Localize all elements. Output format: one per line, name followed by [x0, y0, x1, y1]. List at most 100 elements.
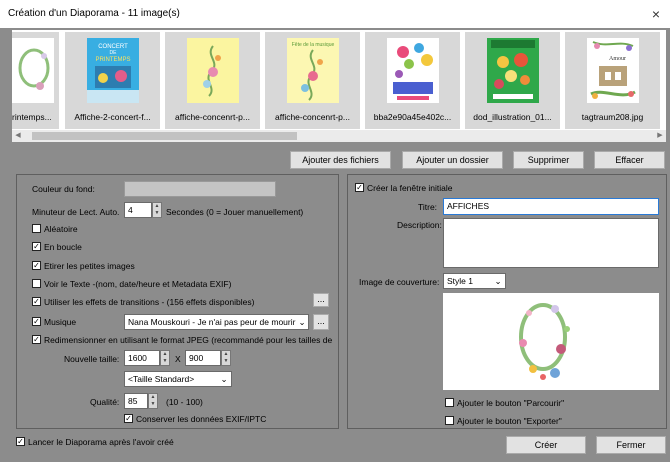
thumbnail-item[interactable]: Fête de la musique affiche-concenrt-p... — [265, 32, 360, 129]
height-spinner[interactable]: ▲ ▼ — [221, 350, 231, 366]
create-button[interactable]: Créer — [506, 436, 586, 454]
add-export-checkbox[interactable] — [445, 416, 454, 425]
thumbnail-image: CONCERT DE PRINTEMPS — [87, 38, 139, 103]
bg-color-swatch[interactable] — [124, 181, 276, 197]
thumbnail-item[interactable]: dod_illustration_01... — [465, 32, 560, 129]
spin-down-icon[interactable]: ▼ — [149, 401, 157, 408]
spin-up-icon[interactable]: ▲ — [161, 351, 169, 358]
size-preset-select[interactable]: <Taille Standard> — [124, 371, 232, 387]
thumbnail-caption: tagtraum208.jpg — [581, 112, 644, 122]
transitions-checkbox[interactable]: ✓ — [32, 297, 41, 306]
spin-up-icon[interactable]: ▲ — [153, 203, 161, 210]
size-separator: X — [175, 354, 181, 364]
launch-after-label: Lancer le Diaporama après l'avoir créé — [28, 437, 174, 447]
show-text-checkbox[interactable] — [32, 279, 41, 288]
thumbnail-caption: dod_illustration_01... — [473, 112, 552, 122]
thumbnail-strip[interactable]: rintemps... CONCERT DE PRINTEMPS Affiche-2… — [12, 30, 666, 130]
cover-image-label: Image de couverture: — [359, 277, 440, 287]
stretch-checkbox[interactable]: ✓ — [32, 261, 41, 270]
music-label: Musique — [44, 317, 77, 327]
title-label: Titre: — [418, 202, 438, 212]
timer-input[interactable]: 4 — [124, 202, 152, 218]
thumbnail-caption: Affiche-2-concert-f... — [74, 112, 151, 122]
scrollbar-thumb[interactable] — [32, 132, 297, 140]
thumbnail-item[interactable]: Amour tagtraum208.jpg — [565, 32, 660, 129]
spin-down-icon[interactable]: ▼ — [153, 210, 161, 217]
quality-input[interactable]: 85 — [124, 393, 148, 409]
chevron-down-icon[interactable]: ⌄ — [218, 372, 230, 386]
quality-range: (10 - 100) — [166, 397, 203, 407]
music-checkbox[interactable]: ✓ — [32, 317, 41, 326]
spin-up-icon[interactable]: ▲ — [222, 351, 230, 358]
width-input[interactable]: 1600 — [124, 350, 160, 366]
random-checkbox[interactable] — [32, 224, 41, 233]
chevron-down-icon[interactable]: ⌄ — [492, 274, 504, 288]
timer-spinner[interactable]: ▲ ▼ — [152, 202, 162, 218]
height-input[interactable]: 900 — [185, 350, 221, 366]
thumb-art-text: Fête de la musique — [292, 42, 335, 48]
launch-after-checkbox[interactable]: ✓ — [16, 437, 25, 446]
window-title: Création d'un Diaporama - 11 image(s) — [8, 8, 180, 19]
loop-label: En boucle — [44, 242, 82, 252]
thumbnail-image: Amour — [587, 38, 639, 103]
new-size-label: Nouvelle taille: — [64, 354, 120, 364]
title-input[interactable]: AFFICHES — [443, 198, 659, 215]
add-browse-checkbox[interactable] — [445, 398, 454, 407]
thumbnail-scrollbar[interactable]: ◀ ▶ — [12, 130, 666, 142]
thumb-art-text: Amour — [609, 56, 626, 62]
description-textarea[interactable] — [443, 218, 659, 268]
thumbnail-caption: bba2e90a45e402c... — [373, 112, 452, 122]
chevron-down-icon[interactable]: ⌄ — [296, 315, 308, 329]
thumbnail-image — [12, 38, 54, 103]
thumbnail-image — [487, 38, 539, 103]
delete-button[interactable]: Supprimer — [513, 151, 584, 169]
thumbnail-image — [187, 38, 239, 103]
create-initial-label: Créer la fenêtre initiale — [367, 183, 453, 193]
thumbnail-item[interactable]: rintemps... — [12, 32, 59, 129]
thumbnail-item[interactable]: affiche-concenrt-p... — [165, 32, 260, 129]
timer-label: Minuteur de Lect. Auto. — [32, 207, 120, 217]
keep-exif-label: Conserver les données EXIF/IPTC — [136, 414, 267, 424]
thumbnail-caption: affiche-concenrt-p... — [175, 112, 250, 122]
thumbnail-image: Fête de la musique — [287, 38, 339, 103]
quality-label: Qualité: — [90, 397, 120, 407]
width-spinner[interactable]: ▲ ▼ — [160, 350, 170, 366]
create-initial-checkbox[interactable]: ✓ — [355, 183, 364, 192]
add-files-button[interactable]: Ajouter des fichiers — [290, 151, 391, 169]
bg-color-label: Couleur du fond: — [32, 184, 95, 194]
transitions-ellipsis-button[interactable]: ... — [313, 293, 329, 307]
slideshow-dialog: Création d'un Diaporama - 11 image(s) × … — [0, 0, 670, 462]
random-label: Aléatoire — [44, 224, 78, 234]
music-ellipsis-button[interactable]: ... — [313, 314, 329, 330]
resize-label: Redimensionner en utilisant le format JP… — [44, 335, 334, 345]
title-bar: Création d'un Diaporama - 11 image(s) × — [0, 0, 670, 28]
cover-image-preview — [443, 293, 659, 390]
thumbnail-caption: affiche-concenrt-p... — [275, 112, 350, 122]
music-select[interactable]: Nana Mouskouri - Je n'ai pas peur de mou… — [124, 314, 309, 330]
thumbnail-caption: rintemps... — [12, 112, 52, 122]
resize-checkbox[interactable]: ✓ — [32, 335, 41, 344]
spin-down-icon[interactable]: ▼ — [222, 358, 230, 365]
add-export-label: Ajouter le bouton "Exporter" — [457, 416, 562, 426]
scroll-right-icon[interactable]: ▶ — [654, 130, 666, 142]
loop-checkbox[interactable]: ✓ — [32, 242, 41, 251]
stretch-label: Etirer les petites images — [44, 261, 135, 271]
keep-exif-checkbox[interactable]: ✓ — [124, 414, 133, 423]
show-text-label: Voir le Texte -(nom, date/heure et Metad… — [44, 279, 232, 289]
close-button[interactable]: Fermer — [596, 436, 666, 454]
thumbnail-item[interactable]: bba2e90a45e402c... — [365, 32, 460, 129]
quality-spinner[interactable]: ▲ ▼ — [148, 393, 158, 409]
scroll-left-icon[interactable]: ◀ — [12, 130, 24, 142]
add-browse-label: Ajouter le bouton "Parcourir" — [457, 398, 565, 408]
thumbnail-item[interactable]: CONCERT DE PRINTEMPS Affiche-2-concert-f..… — [65, 32, 160, 129]
thumbnail-image — [387, 38, 439, 103]
thumb-art-text: DE — [110, 50, 118, 56]
thumb-art-text: PRINTEMPS — [95, 57, 130, 63]
timer-suffix: Secondes (0 = Jouer manuellement) — [166, 207, 304, 217]
clear-button[interactable]: Effacer — [594, 151, 665, 169]
spin-up-icon[interactable]: ▲ — [149, 394, 157, 401]
add-folder-button[interactable]: Ajouter un dossier — [402, 151, 503, 169]
description-label: Description: — [397, 220, 442, 230]
spin-down-icon[interactable]: ▼ — [161, 358, 169, 365]
close-icon[interactable]: × — [645, 4, 667, 24]
